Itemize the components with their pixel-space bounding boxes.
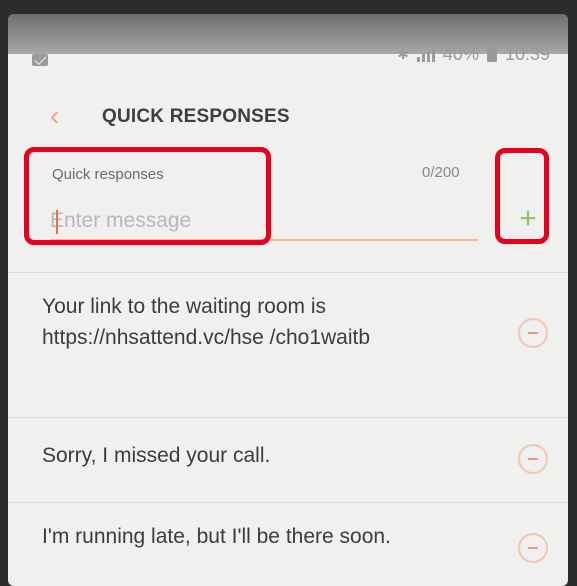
status-bar: ✱ 40% 10:39 [8, 36, 568, 72]
minus-circle-icon[interactable] [518, 533, 548, 563]
minus-circle-icon[interactable] [518, 444, 548, 474]
character-counter: 0/200 [422, 164, 460, 181]
status-right: ✱ 40% 10:39 [397, 44, 550, 65]
input-underline [50, 239, 478, 241]
message-input[interactable] [50, 204, 475, 238]
text-caret [56, 210, 58, 234]
bluetooth-icon: ✱ [397, 46, 409, 62]
clock: 10:39 [504, 44, 550, 64]
battery-percent: 40% [442, 44, 479, 64]
signal-icon [416, 47, 435, 62]
phone-screen: ✱ 40% 10:39 ‹ QUICK RESPONSES Quick resp… [8, 14, 568, 586]
minus-circle-icon[interactable] [518, 318, 548, 348]
mail-icon [32, 54, 48, 66]
response-text: Your link to the waiting room is https:/… [42, 295, 371, 349]
app-bar: ‹ QUICK RESPONSES [8, 92, 568, 144]
response-item[interactable]: Sorry, I missed your call. [8, 417, 568, 503]
battery-icon [486, 47, 497, 62]
page-title: QUICK RESPONSES [102, 106, 290, 127]
response-item[interactable]: Your link to the waiting room is https:/… [8, 272, 568, 418]
input-label: Quick responses [52, 166, 164, 183]
response-text: Sorry, I missed your call. [42, 444, 271, 467]
response-text: I'm running late, but I'll be there soon… [42, 525, 391, 548]
response-item[interactable]: I'm running late, but I'll be there soon… [8, 502, 568, 586]
plus-icon[interactable]: + [513, 204, 543, 234]
chevron-left-icon[interactable]: ‹ [50, 102, 59, 130]
